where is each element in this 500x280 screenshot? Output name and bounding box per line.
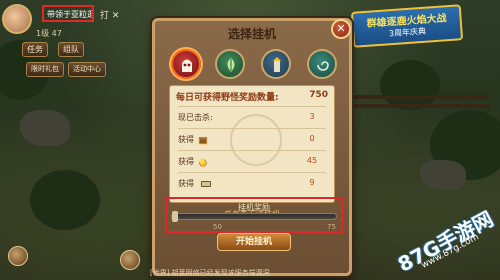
chat-message[interactable]: [世界] 胡莱网络已经发现该服务端漏洞 bbox=[150, 268, 270, 278]
hunt-mode-monster[interactable] bbox=[171, 49, 201, 79]
hunt-mode-leaf[interactable] bbox=[215, 49, 245, 79]
skill-icon[interactable] bbox=[120, 250, 140, 270]
reward-slider-title: 挂机奖励 bbox=[238, 203, 270, 212]
hud-extra-text: 打 ✕ bbox=[100, 11, 120, 21]
player-level: 1级 47 bbox=[36, 29, 62, 38]
bag-icon[interactable] bbox=[8, 246, 28, 266]
stat-value: 3 bbox=[309, 112, 315, 121]
reward-slider-section: 挂机奖励 50 75 bbox=[165, 197, 343, 233]
reward-slider-handle[interactable] bbox=[172, 211, 178, 222]
stat-label: 获得 bbox=[178, 179, 194, 188]
auto-hunt-dialog: 选择挂机 ✕ 每日可获得野怪奖励数量: 750 现已击杀: 3 获得 0 获得 … bbox=[152, 18, 352, 276]
divider bbox=[178, 150, 326, 151]
divider bbox=[178, 106, 326, 107]
stat-label: 获得 bbox=[178, 157, 194, 166]
reward-info-panel: 每日可获得野怪奖励数量: 750 现已击杀: 3 获得 0 获得 45 获得 9 bbox=[169, 85, 335, 203]
divider bbox=[178, 128, 326, 129]
player-avatar[interactable] bbox=[2, 4, 32, 34]
site-watermark: 87G手游网 www.87g.com bbox=[392, 188, 498, 277]
hunt-mode-swirl[interactable] bbox=[307, 49, 337, 79]
gift-pack-button[interactable]: 限时礼包 bbox=[26, 62, 64, 77]
start-auto-hunt-button[interactable]: 开始挂机 bbox=[217, 233, 291, 251]
close-button[interactable]: ✕ bbox=[331, 19, 351, 39]
team-button[interactable]: 组队 bbox=[58, 42, 84, 57]
gold-icon bbox=[199, 158, 207, 167]
hunt-mode-tower[interactable] bbox=[261, 49, 291, 79]
player-name: 带领于亚粒逛 bbox=[42, 5, 94, 22]
leaf-icon bbox=[227, 58, 235, 72]
tower-icon bbox=[273, 57, 281, 72]
divider bbox=[178, 172, 326, 173]
reward-slider[interactable] bbox=[171, 211, 337, 222]
stat-value: 45 bbox=[306, 156, 318, 165]
stat-value: 9 bbox=[309, 178, 315, 187]
slider-tick-label: 50 bbox=[213, 223, 222, 231]
slider-tick-label: 75 bbox=[327, 223, 336, 231]
stat-label: 获得 bbox=[178, 135, 194, 144]
daily-reward-value: 750 bbox=[309, 90, 328, 100]
stat-row-exp: 获得 9 bbox=[178, 178, 328, 192]
swirl-icon bbox=[317, 61, 329, 71]
dialog-title: 选择挂机 bbox=[227, 27, 276, 41]
task-button[interactable]: 任务 bbox=[22, 42, 48, 57]
stat-value: 0 bbox=[309, 134, 315, 143]
daily-reward-limit: 每日可获得野怪奖励数量: 750 bbox=[176, 90, 328, 103]
stat-row-gold: 获得 45 bbox=[178, 156, 328, 170]
stat-label: 现已击杀: bbox=[178, 113, 213, 122]
promo-banner[interactable]: 群雄逐鹿火焰大战 3周年庆典 bbox=[350, 4, 464, 48]
stat-row-treasure: 获得 0 bbox=[178, 134, 328, 148]
daily-reward-label: 每日可获得野怪奖励数量: bbox=[176, 93, 279, 103]
hunt-mode-selector bbox=[169, 49, 339, 89]
stat-row-kills: 现已击杀: 3 bbox=[178, 112, 328, 126]
event-center-button[interactable]: 活动中心 bbox=[68, 62, 106, 77]
monster-icon bbox=[182, 59, 192, 72]
exp-icon bbox=[201, 181, 211, 187]
site-watermark-logo: 87G手游网 bbox=[393, 206, 498, 277]
treasure-icon bbox=[198, 137, 208, 145]
